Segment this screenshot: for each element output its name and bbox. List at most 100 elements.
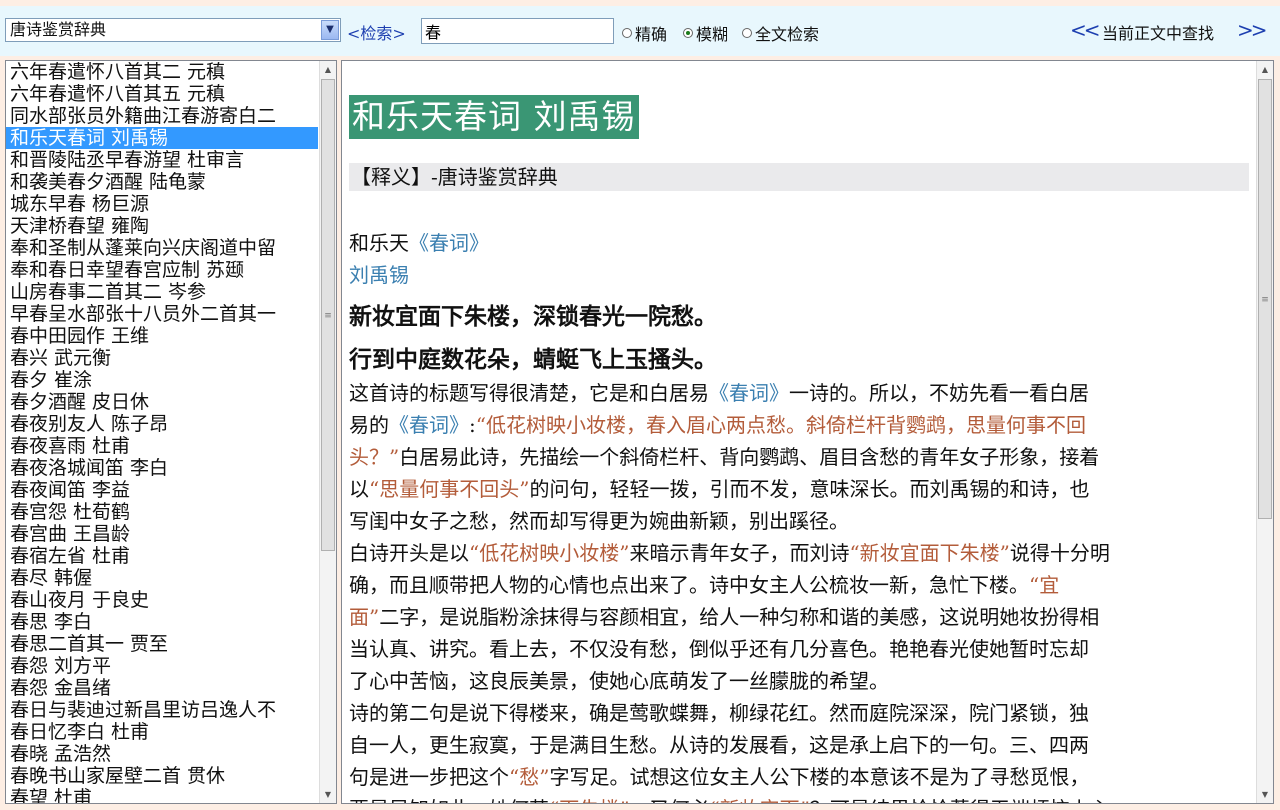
list-item[interactable]: 春山夜月 于良史	[6, 589, 318, 611]
entry-content-panel: 和乐天春词 刘禹锡 【释义】-唐诗鉴赏辞典 和乐天《春词》 刘禹锡 新妆宜面下朱…	[341, 60, 1274, 804]
origin-prefix: 和乐天	[349, 231, 409, 255]
list-item[interactable]: 春思 李白	[6, 611, 318, 633]
quoted-text: “低花树映小妆楼，春入眉心两点愁。斜倚栏杆背鹦鹉，思量何事不回	[475, 413, 1086, 437]
list-item[interactable]: 和袭美春夕酒醒 陆龟蒙	[6, 171, 318, 193]
commentary-line: 面”二字，是说脂粉涂抹得与容颜相宜，给人一种匀称和谐的美感，这说明她妆扮得相	[349, 601, 1249, 633]
commentary-text: 诗的第二句是说下得楼来，确是莺歌蝶舞，柳绿花红。然而庭院深深，院门紧锁，独	[349, 701, 1089, 725]
list-item[interactable]: 六年春遣怀八首其二 元稹	[6, 61, 318, 83]
commentary-text: 这首诗的标题写得很清楚，它是和白居易	[349, 381, 709, 405]
title-link[interactable]: 《春词》	[389, 413, 469, 437]
list-item[interactable]: 同水部张员外籍曲江春游寄白二	[6, 105, 318, 127]
commentary-line: 句是进一步把这个“愁”字写足。试想这位女主人公下楼的本意该不是为了寻愁觅恨，	[349, 761, 1249, 793]
list-item[interactable]: 春怨 刘方平	[6, 655, 318, 677]
commentary-line: 白诗开头是以“低花树映小妆楼”来暗示青年女子，而刘诗“新妆宜面下朱楼”说得十分明	[349, 537, 1249, 569]
commentary-line: 当认真、讲究。看上去，不仅没有愁，倒似乎还有几分喜色。艳艳春光使她暂时忘却	[349, 633, 1249, 665]
list-item[interactable]: 山房春事二首其二 岑参	[6, 281, 318, 303]
commentary-line: 头？”白居易此诗，先描绘一个斜倚栏杆、背向鹦鹉、眉目含愁的青年女子形象，接着	[349, 441, 1249, 473]
list-item[interactable]: 春夜闻笛 李益	[6, 479, 318, 501]
list-item[interactable]: 春望 杜甫	[6, 787, 318, 803]
commentary-text: 以	[349, 477, 369, 501]
list-item[interactable]: 春夕酒醒 皮日休	[6, 391, 318, 413]
find-prev-button[interactable]: <<	[1070, 18, 1100, 42]
scroll-up-icon[interactable]: ▲	[1257, 61, 1273, 78]
poem-author[interactable]: 刘禹锡	[349, 259, 409, 291]
commentary-text: 来暗示青年女子，而刘诗	[629, 541, 850, 565]
list-item[interactable]: 春夜别友人 陈子昂	[6, 413, 318, 435]
quoted-text: “宜	[1029, 573, 1060, 597]
chevron-down-icon[interactable]: ▼	[321, 20, 339, 40]
scroll-thumb[interactable]: ≡	[321, 79, 335, 551]
list-item[interactable]: 春宿左省 杜甫	[6, 545, 318, 567]
commentary-text: 白诗开头是以	[349, 541, 469, 565]
commentary-text: 了心中苦恼，这良辰美景，使她心底萌发了一丝朦胧的希望。	[349, 669, 889, 693]
list-item[interactable]: 春夜洛城闻笛 李白	[6, 457, 318, 479]
commentary-line: 这首诗的标题写得很清楚，它是和白居易《春词》一诗的。所以，不妨先看一看白居	[349, 377, 1249, 409]
list-item[interactable]: 春思二首其一 贾至	[6, 633, 318, 655]
mode-fuzzy-radio[interactable]: 模糊	[683, 21, 728, 45]
list-item[interactable]: 春夜喜雨 杜甫	[6, 435, 318, 457]
search-input[interactable]	[421, 18, 614, 44]
poem-list[interactable]: 六年春遣怀八首其二 元稹 六年春遣怀八首其五 元稹 同水部张员外籍曲江春游寄白二 和乐…	[5, 60, 337, 804]
radio-off-icon	[622, 28, 632, 38]
poem-line-2: 行到中庭数花朵，蜻蜓飞上玉搔头。	[349, 347, 717, 373]
list-item[interactable]: 春中田园作 王维	[6, 325, 318, 347]
list-item[interactable]: 春晚书山家屋壁二首 贯休	[6, 765, 318, 787]
entry-title: 和乐天春词 刘禹锡	[349, 95, 639, 139]
list-item[interactable]: 和乐天春词 刘禹锡	[6, 127, 318, 149]
commentary-line: 了心中苦恼，这良辰美景，使她心底萌发了一丝朦胧的希望。	[349, 665, 1249, 697]
commentary-text: 自一人，更生寂寞，于是满目生愁。从诗的发展看，这是承上启下的一句。三、四两	[349, 733, 1089, 757]
list-item[interactable]: 奉和圣制从蓬莱向兴庆阁道中留	[6, 237, 318, 259]
origin-link[interactable]: 《春词》	[409, 231, 489, 255]
dictionary-select[interactable]: 唐诗鉴赏辞典 ▼	[5, 18, 341, 42]
poem-list-scrollbar[interactable]: ▲ ≡ ▼	[319, 61, 336, 803]
list-item[interactable]: 春夕 崔涂	[6, 369, 318, 391]
commentary-text: ，又何必	[629, 797, 709, 803]
gloss-header: 【释义】-唐诗鉴赏辞典	[349, 163, 1249, 191]
list-item[interactable]: 城东早春 杨巨源	[6, 193, 318, 215]
commentary-text: 一诗的。所以，不妨先看一看白居	[789, 381, 1089, 405]
commentary-line: 写闺中女子之愁，然而却写得更为婉曲新颖，别出蹊径。	[349, 505, 1249, 537]
commentary-text: :	[469, 413, 476, 437]
commentary-line: 自一人，更生寂寞，于是满目生愁。从诗的发展看，这是承上启下的一句。三、四两	[349, 729, 1249, 761]
find-next-button[interactable]: >>	[1237, 18, 1267, 42]
list-item[interactable]: 春怨 金昌绪	[6, 677, 318, 699]
quoted-text: “下朱楼”	[549, 797, 629, 803]
list-item[interactable]: 早春呈水部张十八员外二首其一	[6, 303, 318, 325]
commentary-text: 当认真、讲究。看上去，不仅没有愁，倒似乎还有几分喜色。艳艳春光使她暂时忘却	[349, 637, 1089, 661]
mode-exact-radio[interactable]: 精确	[622, 21, 667, 45]
poem-line-1: 新妆宜面下朱楼，深锁春光一院愁。	[349, 304, 717, 330]
radio-on-icon	[683, 28, 693, 38]
list-item[interactable]: 春宫曲 王昌龄	[6, 523, 318, 545]
commentary-text: 的问句，轻轻一拨，引而不发，意味深长。而刘禹锡的和诗，也	[529, 477, 1090, 501]
scroll-up-icon[interactable]: ▲	[320, 61, 336, 78]
list-item[interactable]: 和晋陵陆丞早春游望 杜审言	[6, 149, 318, 171]
list-item[interactable]: 春日与裴迪过新昌里访吕逸人不	[6, 699, 318, 721]
content-scrollbar[interactable]: ▲ ≡ ▼	[1256, 61, 1273, 803]
list-item[interactable]: 春晓 孟浩然	[6, 743, 318, 765]
list-item[interactable]: 春兴 武元衡	[6, 347, 318, 369]
commentary-line: 诗的第二句是说下得楼来，确是莺歌蝶舞，柳绿花红。然而庭院深深，院门紧锁，独	[349, 697, 1249, 729]
quoted-text: 头？”	[349, 445, 400, 469]
list-item[interactable]: 春日忆李白 杜甫	[6, 721, 318, 743]
list-item[interactable]: 春宫怨 杜荀鹤	[6, 501, 318, 523]
list-item[interactable]: 六年春遣怀八首其五 元稹	[6, 83, 318, 105]
list-item[interactable]: 春尽 韩偓	[6, 567, 318, 589]
search-label[interactable]: <检索>	[347, 20, 406, 44]
scroll-down-icon[interactable]: ▼	[1257, 786, 1273, 803]
commentary-text: 句是进一步把这个	[349, 765, 509, 789]
commentary-line: 易的《春词》:“低花树映小妆楼，春入眉心两点愁。斜倚栏杆背鹦鹉，思量何事不回	[349, 409, 1249, 441]
scroll-down-icon[interactable]: ▼	[320, 786, 336, 803]
commentary-text: 说得十分明	[1009, 541, 1110, 565]
scroll-thumb[interactable]: ≡	[1258, 79, 1272, 519]
quoted-text: “新妆宜面下朱楼”	[849, 541, 1010, 565]
commentary-text: 要是早知如此，她何苦	[349, 797, 549, 803]
mode-fulltext-radio[interactable]: 全文检索	[742, 21, 819, 45]
poem-list-items: 六年春遣怀八首其二 元稹 六年春遣怀八首其五 元稹 同水部张员外籍曲江春游寄白二 和乐…	[6, 61, 318, 803]
quoted-text: “新妆宜面”	[709, 797, 809, 803]
list-item[interactable]: 天津桥春望 雍陶	[6, 215, 318, 237]
commentary-text: 二字，是说脂粉涂抹得与容颜相宜，给人一种匀称和谐的美感，这说明她妆扮得相	[379, 605, 1100, 629]
commentary-text: 确，而且顺带把人物的心情也点出来了。诗中女主人公梳妆一新，急忙下楼。	[349, 573, 1029, 597]
title-link[interactable]: 《春词》	[709, 381, 789, 405]
dictionary-select-value: 唐诗鉴赏辞典	[10, 20, 107, 39]
list-item[interactable]: 奉和春日幸望春宫应制 苏颋	[6, 259, 318, 281]
